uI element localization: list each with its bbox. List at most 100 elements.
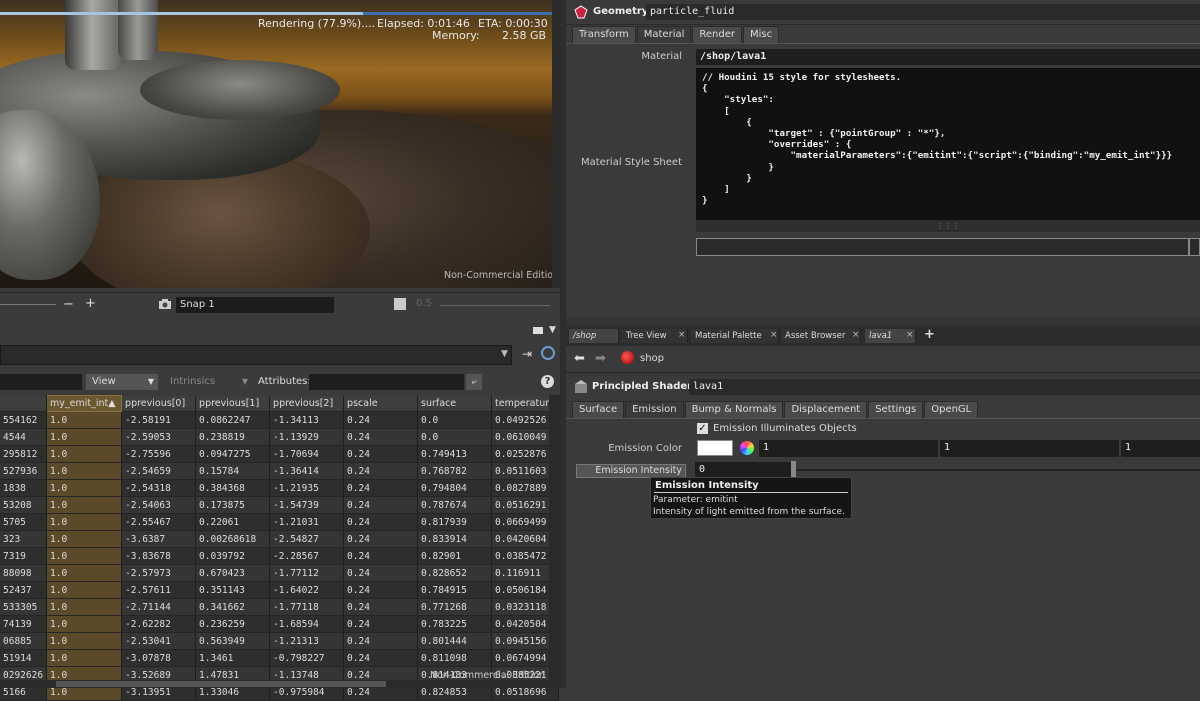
- spreadsheet-vscrollbar[interactable]: [549, 395, 560, 680]
- viewport-scrollbar[interactable]: [552, 0, 560, 288]
- attributes-filter-field[interactable]: [309, 374, 464, 390]
- emission-color-swatch[interactable]: [697, 440, 733, 456]
- column-header[interactable]: pprevious[1]: [195, 395, 271, 412]
- cell-my-emit-int: 1.0: [46, 428, 123, 446]
- tab-material[interactable]: Material: [636, 26, 692, 44]
- column-header[interactable]: surface: [417, 395, 493, 412]
- forward-arrow-icon[interactable]: ➡: [595, 351, 606, 366]
- tab-transform[interactable]: Transform: [572, 26, 636, 44]
- hscroll-thumb[interactable]: [56, 681, 386, 687]
- color-wheel-icon[interactable]: [740, 441, 754, 455]
- memory-label: Memory:: [432, 29, 480, 42]
- editor-resize-handle[interactable]: ⋮⋮⋮: [696, 220, 1200, 232]
- intrinsics-dropdown[interactable]: Intrinsics ▼: [164, 374, 252, 390]
- table-row[interactable]: 06885 1.0 -2.53041 0.563949 -1.21313 0.24 0.80…: [0, 632, 559, 650]
- cell-my-emit-int: 1.0: [46, 479, 123, 497]
- tab-shop[interactable]: /shop: [569, 329, 619, 343]
- close-icon[interactable]: ×: [852, 330, 860, 340]
- column-header[interactable]: [0, 395, 48, 412]
- table-row[interactable]: 74139 1.0 -2.62282 0.236259 -1.68594 0.24 0.78…: [0, 615, 559, 633]
- table-row[interactable]: 4544 1.0 -2.59053 0.238819 -1.13929 0.24 0.0 0.…: [0, 428, 559, 446]
- node-name-field[interactable]: particle_fluid: [646, 4, 1200, 20]
- tab-opengl[interactable]: OpenGL: [924, 401, 979, 419]
- horizontal-splitter[interactable]: [566, 318, 1200, 326]
- link-icon[interactable]: [541, 346, 555, 360]
- close-icon[interactable]: ×: [906, 330, 914, 340]
- spreadsheet-hscrollbar[interactable]: [0, 680, 560, 688]
- illuminates-objects-checkbox[interactable]: ✓: [697, 423, 708, 434]
- render-viewport[interactable]: Rendering (77.9%).... Elapsed: 0:01:46 E…: [0, 0, 560, 288]
- table-cell: -3.07878: [121, 649, 197, 667]
- emission-color-g[interactable]: 1: [940, 440, 1119, 457]
- back-arrow-icon[interactable]: ⬅: [574, 351, 585, 366]
- table-row[interactable]: 51914 1.0 -3.07878 1.3461 -0.798227 0.24 0.811…: [0, 649, 559, 667]
- tab-misc[interactable]: Misc: [742, 26, 780, 44]
- table-row[interactable]: 295812 1.0 -2.75596 0.0947275 -1.70694 0.24 0.…: [0, 445, 559, 463]
- parameter-tabs: Transform Material Render Misc: [572, 26, 780, 44]
- close-icon[interactable]: ×: [770, 330, 778, 340]
- memory-value: 2.58 GB: [502, 29, 547, 42]
- path-dropdown-icon[interactable]: ▼: [501, 349, 508, 359]
- network-path-label[interactable]: shop: [640, 353, 664, 364]
- table-cell: 0.039792: [195, 547, 271, 565]
- tab-material-palette[interactable]: Material Palette: [691, 329, 779, 343]
- emission-intensity-slider-track[interactable]: [796, 469, 1200, 471]
- snapshot-field[interactable]: Snap 1: [176, 297, 334, 313]
- table-row[interactable]: 554162 1.0 -2.58191 0.0862247 -1.34113 0.24 0.…: [0, 411, 559, 429]
- table-row[interactable]: 53208 1.0 -2.54063 0.173875 -1.54739 0.24 0.78…: [0, 496, 559, 514]
- pane-menu-icon[interactable]: ▼: [549, 325, 556, 335]
- save-render-icon[interactable]: [394, 298, 406, 310]
- zoom-out-button[interactable]: −: [63, 297, 74, 312]
- table-row[interactable]: 1838 1.0 -2.54318 0.384368 -1.21935 0.24 0.794…: [0, 479, 559, 497]
- tab-render[interactable]: Render: [692, 26, 742, 44]
- column-header-my-emit-int[interactable]: my_emit_int▲: [46, 395, 123, 412]
- pane-maximize-icon[interactable]: [533, 327, 543, 334]
- table-cell: 0.384368: [195, 479, 271, 497]
- column-header[interactable]: pscale: [343, 395, 419, 412]
- table-row[interactable]: 5705 1.0 -2.55467 0.22061 -1.21031 0.24 0.8179…: [0, 513, 559, 531]
- cell-my-emit-int: 1.0: [46, 513, 123, 531]
- tab-emission[interactable]: Emission: [625, 401, 684, 419]
- table-row[interactable]: 88098 1.0 -2.57973 0.670423 -1.77112 0.24 0.82…: [0, 564, 559, 582]
- table-cell: -2.59053: [121, 428, 197, 446]
- tab-surface[interactable]: Surface: [572, 401, 625, 419]
- tab-displacement[interactable]: Displacement: [784, 401, 868, 419]
- table-cell: -2.71144: [121, 598, 197, 616]
- table-row[interactable]: 7319 1.0 -3.83678 0.039792 -2.28567 0.24 0.829…: [0, 547, 559, 565]
- tab-settings[interactable]: Settings: [868, 401, 924, 419]
- style-sheet-preview-field[interactable]: [696, 238, 1189, 256]
- column-header[interactable]: pprevious[0]: [121, 395, 197, 412]
- column-header[interactable]: pprevious[2]: [269, 395, 345, 412]
- table-cell: 0.24: [343, 428, 419, 446]
- shader-name-field[interactable]: lava1: [689, 379, 1200, 395]
- spreadsheet-node-path[interactable]: [0, 345, 512, 365]
- help-icon[interactable]: ?: [541, 375, 554, 388]
- render-scale-slider[interactable]: [440, 305, 550, 306]
- table-row[interactable]: 533305 1.0 -2.71144 0.341662 -1.77118 0.24 0.7…: [0, 598, 559, 616]
- close-icon[interactable]: ×: [678, 330, 686, 340]
- emission-color-b[interactable]: 1: [1121, 440, 1200, 457]
- table-row[interactable]: 52437 1.0 -2.57611 0.351143 -1.64022 0.24 0.78…: [0, 581, 559, 599]
- emission-color-r[interactable]: 1: [759, 440, 938, 457]
- tab-asset-browser[interactable]: Asset Browser: [781, 329, 861, 343]
- table-row[interactable]: 323 1.0 -3.6387 0.00268618 -2.54827 0.24 0.833…: [0, 530, 559, 548]
- attributes-menu-icon[interactable]: ⤶: [466, 374, 482, 390]
- view-dropdown[interactable]: View ▼: [86, 374, 158, 390]
- lava-fluid-splash: [140, 60, 340, 120]
- camera-icon[interactable]: [158, 298, 172, 310]
- emission-intensity-label[interactable]: Emission Intensity: [576, 464, 686, 478]
- table-cell: 0.238819: [195, 428, 271, 446]
- tab-bump-normals[interactable]: Bump & Normals: [684, 401, 784, 419]
- material-path-field[interactable]: /shop/lava1: [696, 49, 1200, 65]
- material-style-sheet-editor[interactable]: // Houdini 15 style for stylesheets. { "…: [696, 68, 1200, 220]
- table-cell: -3.6387: [121, 530, 197, 548]
- emission-color-label: Emission Color: [608, 443, 682, 454]
- table-cell: 0.833914: [417, 530, 493, 548]
- group-filter-field[interactable]: [0, 374, 82, 390]
- zoom-in-button[interactable]: +: [85, 296, 96, 311]
- add-tab-icon[interactable]: +: [924, 327, 935, 342]
- table-row[interactable]: 527936 1.0 -2.54659 0.15784 -1.36414 0.24 0.76…: [0, 462, 559, 480]
- geometry-spreadsheet[interactable]: my_emit_int▲ pprevious[0] pprevious[1] p…: [0, 395, 559, 701]
- pin-icon[interactable]: ⇥: [522, 347, 532, 361]
- preview-scroll-button[interactable]: [1189, 238, 1200, 256]
